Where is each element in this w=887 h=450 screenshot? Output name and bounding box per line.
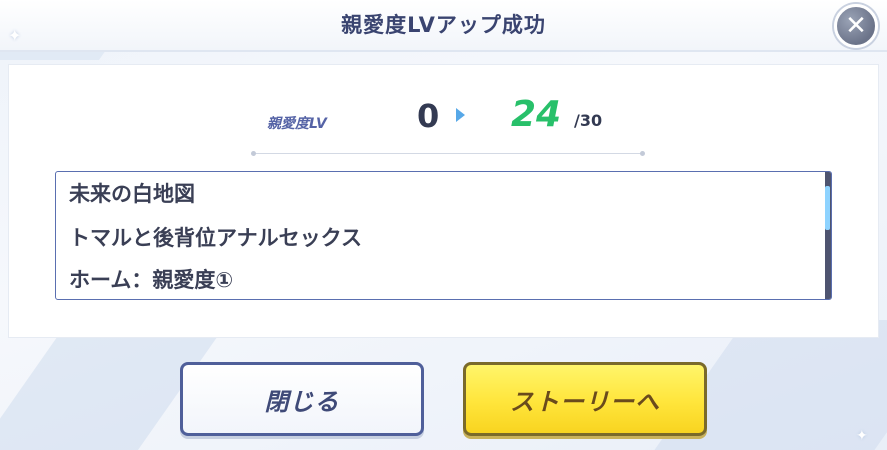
level-change-row: 親愛度LV 0 24 /30 <box>9 91 880 147</box>
list-item: トマルと後背位アナルセックス <box>69 226 362 250</box>
scrollbar-thumb[interactable] <box>825 186 830 230</box>
divider <box>251 151 645 156</box>
level-label: 親愛度LV <box>267 116 327 132</box>
list-item: 未来の白地図 <box>69 182 195 206</box>
scrollbar-track[interactable] <box>825 172 831 299</box>
level-from-value: 0 <box>417 97 440 135</box>
close-button[interactable]: 閉じる <box>180 362 424 436</box>
go-to-story-button[interactable]: ストーリーへ <box>463 362 707 436</box>
close-icon: ✕ <box>845 11 867 41</box>
story-button-label: ストーリーへ <box>510 387 660 416</box>
unlocked-content-list[interactable]: 未来の白地図 トマルと後背位アナルセックス ホーム：親愛度① <box>55 171 832 300</box>
close-button-label: 閉じる <box>264 387 340 416</box>
level-to-value: 24 <box>511 94 562 135</box>
arrow-right-icon <box>456 108 465 122</box>
level-up-dialog: 親愛度LVアップ成功 ✦ ✕ 親愛度LV 0 24 /30 未来の白地図 トマル… <box>0 0 887 450</box>
dialog-title: 親愛度LVアップ成功 <box>341 13 546 37</box>
content-panel: 親愛度LV 0 24 /30 未来の白地図 トマルと後背位アナルセックス ホーム… <box>8 64 879 338</box>
close-dialog-button[interactable]: ✕ <box>834 4 878 48</box>
sparkle-icon: ✦ <box>856 428 868 444</box>
level-max-value: /30 <box>574 111 603 130</box>
dialog-header: 親愛度LVアップ成功 <box>0 0 887 52</box>
sparkle-icon: ✦ <box>8 26 22 45</box>
list-item: ホーム：親愛度① <box>69 268 234 292</box>
